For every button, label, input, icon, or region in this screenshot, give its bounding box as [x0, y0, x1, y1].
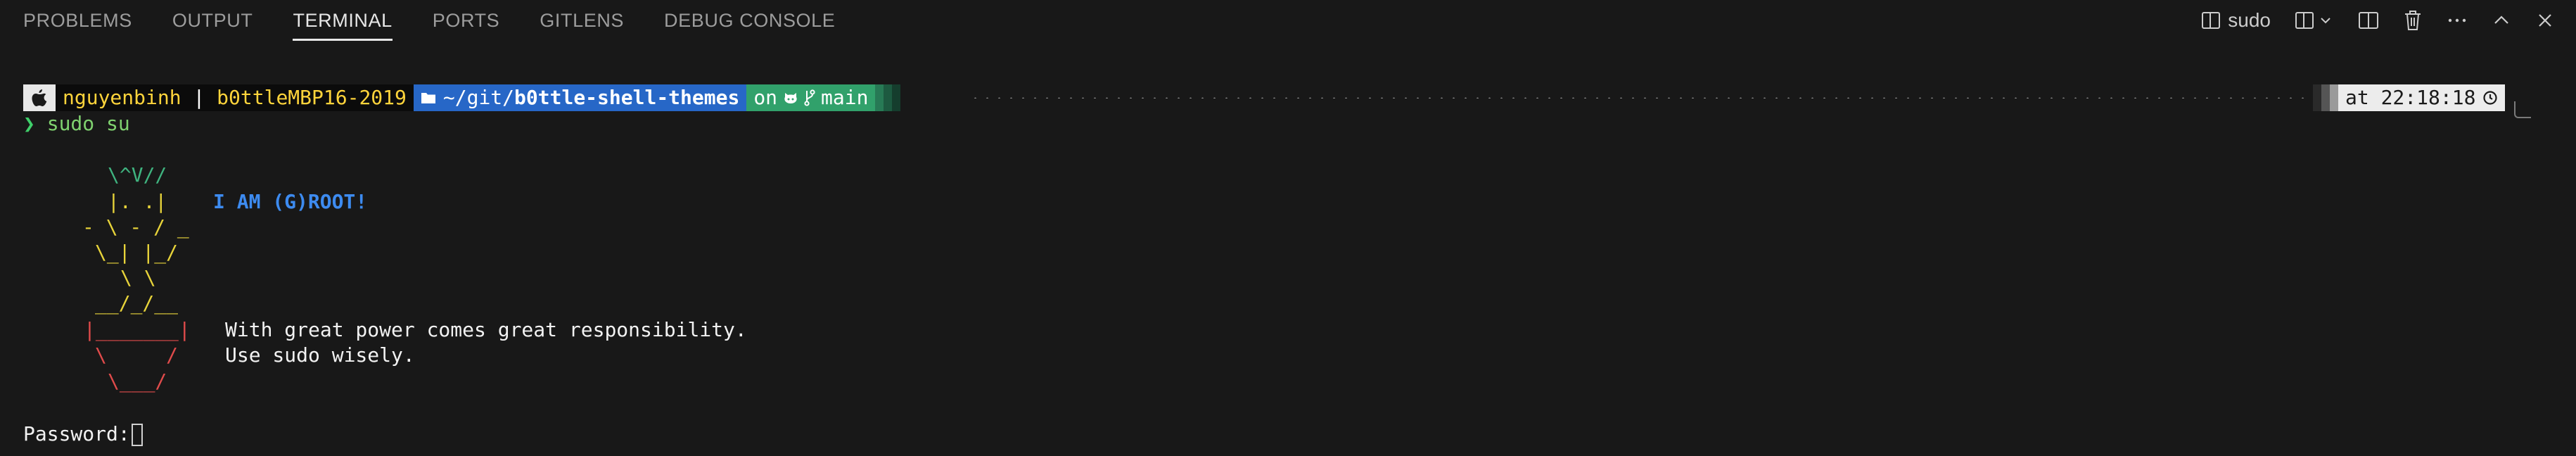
ascii-art-line: \___/	[108, 369, 167, 393]
ascii-art-line: \ \	[120, 266, 156, 289]
clock-icon	[2482, 90, 2498, 106]
ascii-art-line: \_| |_/	[95, 241, 179, 264]
prompt-separator: |	[193, 86, 205, 109]
prompt-user: nguyenbinh	[63, 86, 181, 109]
maximize-panel-button[interactable]	[2492, 11, 2511, 30]
split-dropdown-icon	[2295, 11, 2334, 30]
ascii-art-line: |_______|	[84, 318, 191, 341]
prompt-host: b0ttleMBP16-2019	[217, 86, 407, 109]
git-on-label: on	[753, 86, 778, 109]
ascii-art-line: \ /	[95, 343, 179, 367]
password-line: Password:	[23, 421, 143, 448]
split-terminal-dropdown-button[interactable]	[2295, 11, 2334, 30]
tab-gitlens[interactable]: GITLENS	[540, 0, 624, 41]
prompt-fade	[2313, 84, 2321, 111]
prompt-user-host: nguyenbinh | b0ttleMBP16-2019	[56, 84, 414, 111]
maximize-icon	[2492, 11, 2511, 30]
split-terminal-button[interactable]	[2358, 11, 2379, 30]
panel-actions: sudo	[2201, 0, 2555, 41]
branch-icon	[804, 89, 815, 106]
tab-ports[interactable]: PORTS	[433, 0, 500, 41]
prompt-filler-dots	[969, 97, 2313, 99]
tab-problems[interactable]: PROBLEMS	[23, 0, 132, 41]
shell-prompt: nguyenbinh | b0ttleMBP16-2019 ~/git/b0tt…	[23, 84, 901, 111]
directory-prefix: ~/git/	[442, 86, 515, 109]
prompt-fade	[2330, 84, 2338, 111]
terminal-name-label: sudo	[2228, 9, 2271, 31]
apple-icon	[23, 84, 56, 111]
ascii-art-line: - \ - / _	[82, 215, 189, 239]
ascii-art-line: __/_/__	[95, 291, 179, 315]
tab-output[interactable]: OUTPUT	[172, 0, 253, 41]
close-icon	[2535, 11, 2555, 30]
folder-icon	[421, 91, 436, 104]
prompt-caret: ❯	[23, 112, 35, 135]
command-line: ❯ sudo su	[23, 110, 130, 137]
password-prompt: Password:	[23, 422, 130, 445]
terminal-instance-selector[interactable]: sudo	[2201, 9, 2271, 32]
command-text: sudo su	[46, 112, 130, 135]
prompt-right: at 22:18:18	[2313, 84, 2506, 111]
prompt-fade	[875, 84, 884, 111]
prompt-fade	[884, 84, 893, 111]
sudo-message: Use sudo wisely.	[225, 343, 415, 367]
branch-name: main	[821, 86, 869, 109]
github-icon	[783, 91, 798, 105]
split-editor-icon	[2358, 11, 2379, 30]
terminal-cursor[interactable]	[131, 424, 143, 446]
root-message: I AM (G)ROOT!	[213, 190, 368, 213]
ascii-art-line: |. .|	[108, 190, 167, 213]
tab-debug-console[interactable]: DEBUG CONSOLE	[664, 0, 835, 41]
prompt-fade	[892, 84, 901, 111]
prompt-time: at 22:18:18	[2338, 84, 2506, 111]
prompt-git: on main	[746, 84, 876, 111]
kill-terminal-button[interactable]	[2403, 10, 2423, 31]
power-message: With great power comes great responsibil…	[225, 318, 747, 341]
prompt-time-label: at 22:18:18	[2345, 86, 2476, 109]
panel-tab-bar: PROBLEMS OUTPUT TERMINAL PORTS GITLENS D…	[0, 0, 2576, 41]
prompt-directory: ~/git/b0ttle-shell-themes	[413, 84, 747, 111]
directory-name: b0ttle-shell-themes	[514, 86, 740, 109]
terminal-icon	[2201, 11, 2221, 30]
ascii-art-line: \^V//	[108, 163, 167, 186]
close-panel-button[interactable]	[2535, 11, 2555, 30]
more-icon	[2447, 11, 2468, 30]
scroll-marker	[2514, 101, 2531, 118]
tab-terminal[interactable]: TERMINAL	[293, 0, 393, 41]
prompt-fade	[2321, 84, 2330, 111]
trash-icon	[2403, 10, 2423, 31]
more-actions-button[interactable]	[2447, 11, 2468, 30]
